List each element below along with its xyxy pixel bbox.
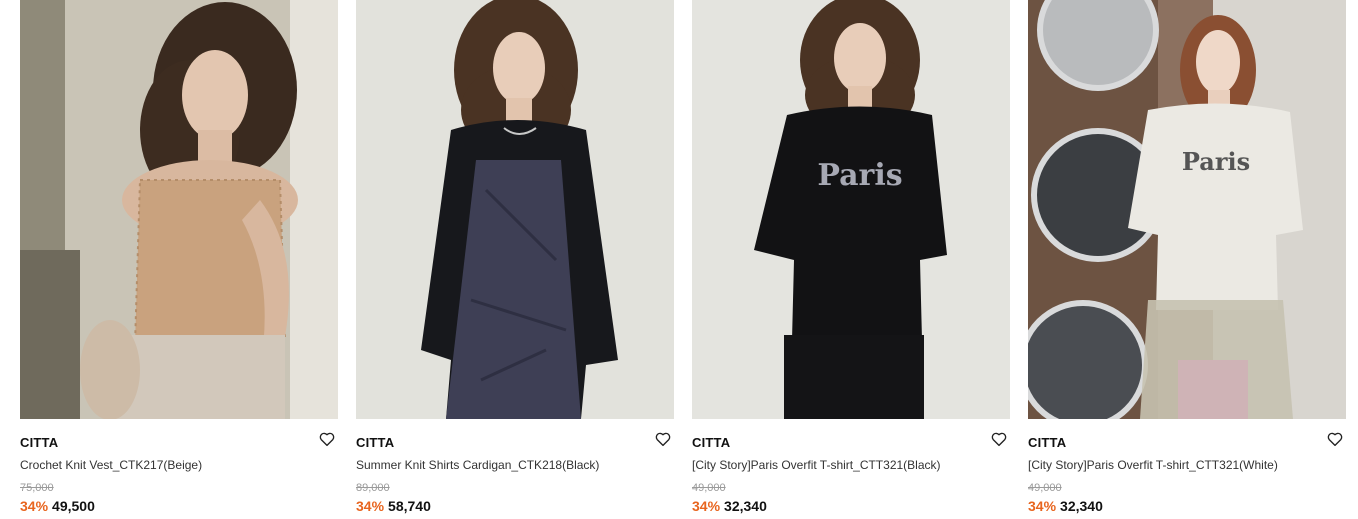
original-price: 49,000 bbox=[1028, 482, 1062, 494]
brand-name[interactable]: CITTA bbox=[692, 435, 730, 450]
heart-icon[interactable] bbox=[318, 430, 336, 448]
original-price: 89,000 bbox=[356, 482, 390, 494]
sale-price: 49,500 bbox=[52, 498, 95, 514]
product-card[interactable]: Paris CITTA [City Story]Paris Overfit T-… bbox=[692, 0, 1010, 519]
price-line: 34% 32,340 bbox=[1028, 498, 1103, 514]
sale-price: 32,340 bbox=[724, 498, 767, 514]
brand-name[interactable]: CITTA bbox=[1028, 435, 1066, 450]
heart-icon[interactable] bbox=[654, 430, 672, 448]
product-name[interactable]: Crochet Knit Vest_CTK217(Beige) bbox=[20, 458, 202, 472]
sale-price: 58,740 bbox=[388, 498, 431, 514]
sale-price: 32,340 bbox=[1060, 498, 1103, 514]
discount-rate: 34% bbox=[356, 498, 385, 514]
price-line: 34% 32,340 bbox=[692, 498, 767, 514]
price-line: 34% 58,740 bbox=[356, 498, 431, 514]
product-grid: CITTA Crochet Knit Vest_CTK217(Beige) 75… bbox=[0, 0, 1358, 519]
brand-name[interactable]: CITTA bbox=[20, 435, 58, 450]
product-image[interactable] bbox=[356, 0, 674, 419]
product-image[interactable]: Paris bbox=[1028, 0, 1346, 419]
heart-icon[interactable] bbox=[1326, 430, 1344, 448]
original-price: 49,000 bbox=[692, 482, 726, 494]
product-name[interactable]: [City Story]Paris Overfit T-shirt_CTT321… bbox=[692, 458, 941, 472]
price-line: 34% 49,500 bbox=[20, 498, 95, 514]
product-card[interactable]: CITTA Summer Knit Shirts Cardigan_CTK218… bbox=[356, 0, 674, 519]
discount-rate: 34% bbox=[692, 498, 721, 514]
product-card[interactable]: Paris CITTA [City Story]Paris Overfit T-… bbox=[1028, 0, 1346, 519]
discount-rate: 34% bbox=[1028, 498, 1057, 514]
brand-name[interactable]: CITTA bbox=[356, 435, 394, 450]
product-image[interactable] bbox=[20, 0, 338, 419]
original-price: 75,000 bbox=[20, 482, 54, 494]
product-card[interactable]: CITTA Crochet Knit Vest_CTK217(Beige) 75… bbox=[20, 0, 338, 519]
paris-print: Paris bbox=[1182, 147, 1250, 176]
heart-icon[interactable] bbox=[990, 430, 1008, 448]
discount-rate: 34% bbox=[20, 498, 49, 514]
paris-print: Paris bbox=[817, 158, 902, 193]
product-name[interactable]: [City Story]Paris Overfit T-shirt_CTT321… bbox=[1028, 458, 1278, 472]
product-name[interactable]: Summer Knit Shirts Cardigan_CTK218(Black… bbox=[356, 458, 599, 472]
product-image[interactable]: Paris bbox=[692, 0, 1010, 419]
